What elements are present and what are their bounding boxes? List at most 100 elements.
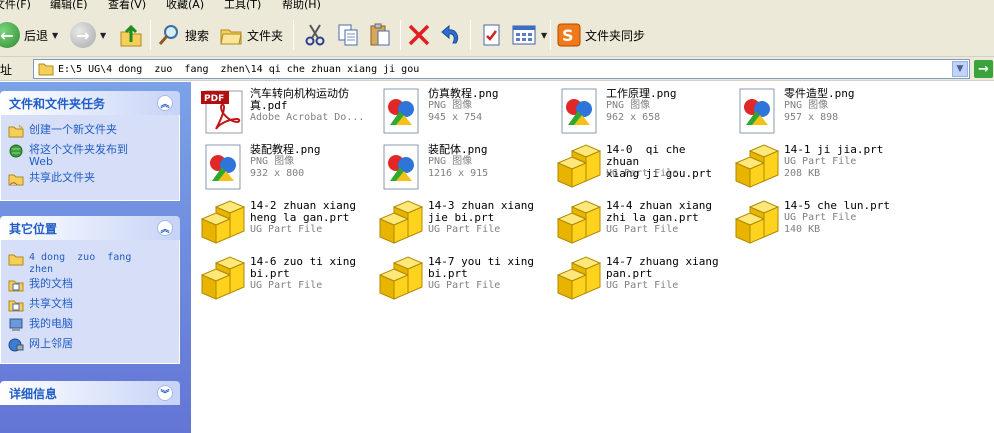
- task-publish-web[interactable]: 将这个文件夹发布到 Web: [8, 144, 128, 168]
- place-shared-documents[interactable]: 共享文档: [8, 298, 73, 312]
- collapse-chevron-up-icon[interactable]: ︽: [157, 95, 173, 111]
- file-type: UG Part File: [250, 224, 323, 235]
- ug-part-icon: [378, 256, 424, 300]
- file-item[interactable]: PDF 汽车转向机构运动仿 真.pdf Adobe Acrobat Do...: [192, 82, 370, 136]
- file-name: 工作原理.png: [606, 87, 677, 100]
- file-item[interactable]: 14-1 ji jia.prt UG Part File 208 KB: [726, 138, 904, 192]
- address-dropdown-button[interactable]: ▼: [952, 61, 968, 77]
- file-item[interactable]: 装配体.png PNG 图像 1216 x 915: [370, 138, 548, 192]
- file-folder-tasks-header[interactable]: 文件和文件夹任务 ︽: [0, 91, 180, 115]
- file-type: PNG 图像: [250, 156, 295, 167]
- place-parent-folder[interactable]: 4 dong zuo fang zhen: [8, 252, 131, 276]
- new-folder-icon: [8, 124, 24, 138]
- search-button[interactable]: 搜索: [157, 18, 209, 52]
- file-name: 零件造型.png: [784, 87, 855, 100]
- folder-sync-button[interactable]: S 文件夹同步: [557, 18, 645, 52]
- details-header[interactable]: 详细信息 ︾: [0, 381, 180, 405]
- task-share-folder[interactable]: 共享此文件夹: [8, 172, 95, 186]
- menu-favorites[interactable]: 收藏(A): [166, 0, 204, 12]
- file-name: 14-7 zhuang xiang pan.prt: [606, 255, 719, 280]
- menu-edit[interactable]: 编辑(E): [50, 0, 88, 12]
- copy-icon: [338, 24, 358, 46]
- file-item[interactable]: 14-6 zuo ti xing bi.prt UG Part File: [192, 250, 370, 304]
- file-item[interactable]: 14-7 you ti xing bi.prt UG Part File: [370, 250, 548, 304]
- menu-tools[interactable]: 工具(T): [224, 0, 261, 12]
- address-bar: 地址 E:\5 UG\4 dong zuo fang zhen\14 qi ch…: [0, 57, 994, 81]
- svg-text:PDF: PDF: [204, 94, 224, 104]
- back-arrow-icon: ←: [0, 22, 20, 48]
- file-type: UG Part File: [428, 280, 501, 291]
- address-input[interactable]: E:\5 UG\4 dong zuo fang zhen\14 qi che z…: [33, 59, 970, 79]
- properties-button[interactable]: [480, 18, 504, 52]
- address-label: 地址: [0, 63, 13, 77]
- file-type: PNG 图像: [784, 100, 829, 111]
- other-places-header[interactable]: 其它位置 ︽: [0, 216, 180, 240]
- task-pane: 文件和文件夹任务 ︽ 创建一个新文件夹 将这个文件夹发布到 Web 共享此文件夹…: [0, 82, 191, 433]
- undo-button[interactable]: [438, 18, 462, 52]
- file-item[interactable]: 14-3 zhuan xiang jie bi.prt UG Part File: [370, 194, 548, 248]
- folders-button[interactable]: 文件夹: [219, 18, 283, 52]
- place-my-computer[interactable]: 我的电脑: [8, 318, 73, 332]
- address-path: E:\5 UG\4 dong zuo fang zhen\14 qi che z…: [58, 63, 420, 75]
- menu-file[interactable]: 文件(F): [0, 0, 31, 12]
- file-type: UG Part File: [606, 280, 679, 291]
- sync-icon: S: [557, 23, 581, 47]
- file-item[interactable]: 仿真教程.png PNG 图像 945 x 754: [370, 82, 548, 136]
- expand-chevron-down-icon[interactable]: ︾: [157, 385, 173, 401]
- chevron-down-icon[interactable]: ▼: [100, 31, 106, 40]
- file-name: 仿真教程.png: [428, 87, 499, 100]
- collapse-chevron-up-icon[interactable]: ︽: [157, 220, 173, 236]
- go-button[interactable]: →: [974, 60, 993, 78]
- go-arrow-icon: →: [978, 61, 989, 77]
- other-places-panel: 4 dong zuo fang zhen 我的文档 共享文档 我的电脑 网上邻居: [0, 240, 180, 364]
- pdf-icon: PDF: [201, 90, 243, 134]
- file-list-view[interactable]: PDF 汽车转向机构运动仿 真.pdf Adobe Acrobat Do... 仿…: [192, 82, 994, 433]
- ug-part-icon: [378, 200, 424, 244]
- cut-button[interactable]: [303, 18, 327, 52]
- file-type: UG Part File: [784, 212, 857, 223]
- up-folder-button[interactable]: [118, 18, 144, 52]
- forward-button[interactable]: → ▼: [70, 18, 106, 52]
- file-name: 14-7 you ti xing bi.prt: [428, 255, 534, 280]
- copy-button[interactable]: [336, 18, 360, 52]
- file-item[interactable]: 14-0 qi che zhuan xiang ji gou.prt UG Par…: [548, 138, 726, 192]
- properties-icon: [483, 24, 500, 46]
- views-button[interactable]: ▼: [511, 18, 547, 52]
- delete-button[interactable]: [407, 18, 431, 52]
- task-new-folder[interactable]: 创建一个新文件夹: [8, 124, 117, 138]
- file-type: PNG 图像: [428, 100, 473, 111]
- file-item[interactable]: 零件造型.png PNG 图像 957 x 898: [726, 82, 904, 136]
- place-network[interactable]: 网上邻居: [8, 338, 73, 352]
- ug-part-icon: [556, 144, 602, 188]
- file-type: UG Part File: [784, 156, 857, 167]
- toolbar-separator: [550, 20, 551, 50]
- place-my-documents[interactable]: 我的文档: [8, 278, 73, 292]
- file-name: 14-5 che lun.prt: [784, 199, 890, 212]
- menu-view[interactable]: 查看(V): [108, 0, 146, 12]
- chevron-down-icon[interactable]: ▼: [541, 31, 547, 40]
- file-item[interactable]: 14-4 zhuan xiang zhi la gan.prt UG Part F…: [548, 194, 726, 248]
- file-size: 962 x 658: [606, 112, 661, 123]
- file-item[interactable]: 工作原理.png PNG 图像 962 x 658: [548, 82, 726, 136]
- png-icon: [561, 88, 597, 134]
- file-item[interactable]: 装配教程.png PNG 图像 932 x 800: [192, 138, 370, 192]
- file-name: 14-6 zuo ti xing bi.prt: [250, 255, 356, 280]
- menu-help[interactable]: 帮助(H): [282, 0, 321, 12]
- file-item[interactable]: 14-2 zhuan xiang heng la gan.prt UG Part …: [192, 194, 370, 248]
- undo-icon: [441, 24, 459, 44]
- file-type: Adobe Acrobat Do...: [250, 112, 365, 123]
- toolbar-separator: [470, 20, 471, 50]
- back-button[interactable]: ← 后退 ▼: [0, 18, 58, 52]
- my-documents-icon: [8, 280, 24, 292]
- network-icon: [8, 338, 24, 352]
- ug-part-icon: [556, 256, 602, 300]
- file-type: UG Part File: [428, 224, 501, 235]
- ug-part-icon: [556, 200, 602, 244]
- views-icon: [512, 25, 536, 45]
- file-item[interactable]: 14-7 zhuang xiang pan.prt UG Part File: [548, 250, 726, 304]
- png-icon: [383, 88, 419, 134]
- file-item[interactable]: 14-5 che lun.prt UG Part File 140 KB: [726, 194, 904, 248]
- chevron-down-icon[interactable]: ▼: [52, 31, 58, 40]
- paste-button[interactable]: [368, 18, 392, 52]
- share-folder-icon: [8, 174, 24, 186]
